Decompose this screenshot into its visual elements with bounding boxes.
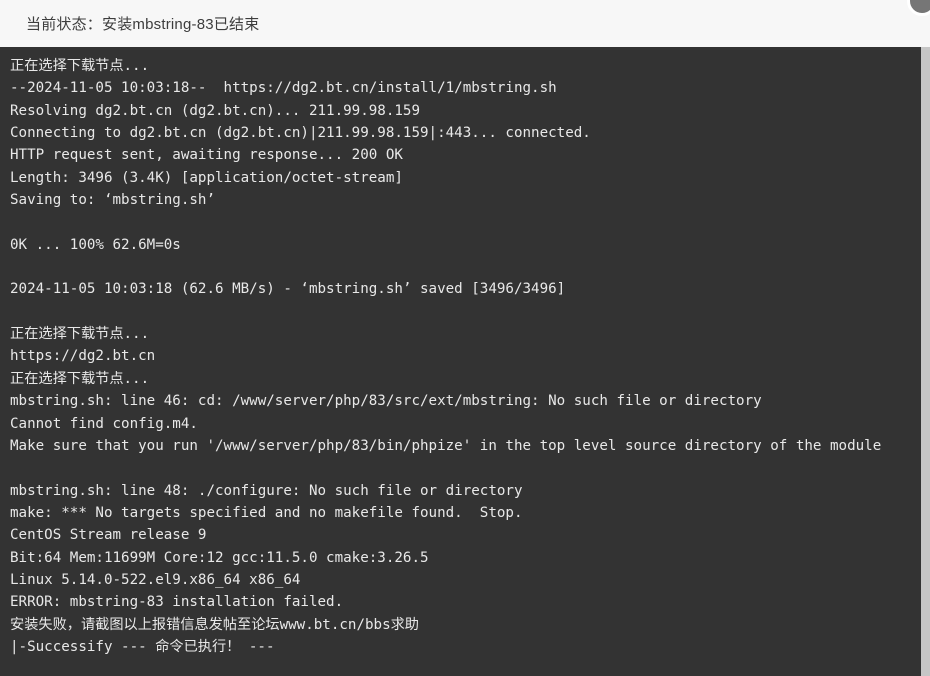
terminal-line-list: 正在选择下载节点... --2024-11-05 10:03:18-- https… xyxy=(0,47,922,658)
terminal-line: CentOS Stream release 9 xyxy=(10,527,207,544)
terminal-line: mbstring.sh: line 48: ./configure: No su… xyxy=(10,482,523,499)
terminal-scrollbar[interactable] xyxy=(921,47,930,676)
terminal-line: 0K ... 100% 62.6M=0s xyxy=(10,236,181,253)
terminal-line: Length: 3496 (3.4K) [application/octet-s… xyxy=(10,169,403,186)
terminal-line: |-Successify --- 命令已执行！ --- xyxy=(10,638,275,655)
terminal-line: 正在选择下载节点... xyxy=(10,326,150,343)
terminal-line: --2024-11-05 10:03:18-- https://dg2.bt.c… xyxy=(10,80,557,97)
terminal-line: https://dg2.bt.cn xyxy=(10,348,156,365)
terminal-scrollbar-thumb[interactable] xyxy=(921,47,930,676)
status-header-bar: 当前状态：安装mbstring-83已结束 xyxy=(0,0,930,47)
terminal-line: Make sure that you run '/www/server/php/… xyxy=(10,437,882,454)
terminal-line: Linux 5.14.0-522.el9.x86_64 x86_64 xyxy=(10,571,301,588)
install-log-window: 当前状态：安装mbstring-83已结束 正在选择下载节点... --2024-… xyxy=(0,0,930,676)
terminal-line: Saving to: ‘mbstring.sh’ xyxy=(10,192,215,209)
terminal-output-panel[interactable]: 正在选择下载节点... --2024-11-05 10:03:18-- https… xyxy=(0,47,930,676)
terminal-line: Connecting to dg2.bt.cn (dg2.bt.cn)|211.… xyxy=(10,125,591,142)
terminal-line: 正在选择下载节点... xyxy=(10,370,150,387)
terminal-line: 安装失败，请截图以上报错信息发帖至论坛www.bt.cn/bbs求助 xyxy=(10,616,419,633)
terminal-line: 2024-11-05 10:03:18 (62.6 MB/s) - ‘mbstr… xyxy=(10,281,566,298)
circle-avatar-icon[interactable] xyxy=(907,0,930,16)
terminal-line: mbstring.sh: line 46: cd: /www/server/ph… xyxy=(10,393,762,410)
terminal-line: 正在选择下载节点... xyxy=(10,58,150,74)
terminal-line: Bit:64 Mem:11699M Core:12 gcc:11.5.0 cma… xyxy=(10,549,429,566)
terminal-line: ERROR: mbstring-83 installation failed. xyxy=(10,594,344,611)
terminal-line: Cannot find config.m4. xyxy=(10,415,198,432)
terminal-line: make: *** No targets specified and no ma… xyxy=(10,504,523,521)
terminal-line: HTTP request sent, awaiting response... … xyxy=(10,147,403,164)
current-status-label: 当前状态：安装mbstring-83已结束 xyxy=(26,16,260,33)
terminal-line: Resolving dg2.bt.cn (dg2.bt.cn)... 211.9… xyxy=(10,102,420,119)
